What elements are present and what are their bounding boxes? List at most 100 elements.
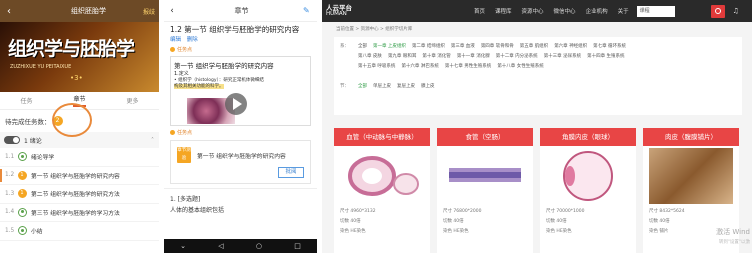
filter-option[interactable]: 第十七章 男性生殖系统 xyxy=(445,63,491,69)
filter-option[interactable]: 第四章 软骨和骨 xyxy=(481,43,514,49)
recents-square-icon[interactable]: □ xyxy=(294,242,301,250)
filter-option[interactable]: 第五章 肌组织 xyxy=(520,43,548,49)
filter-option[interactable]: 第十六章 淋巴系统 xyxy=(401,63,438,69)
slide-card-title: 肉皮（腹膜铺片） xyxy=(643,128,739,146)
slide-card-title: 角膜内皮（眼球） xyxy=(540,128,636,146)
slide-meta: 尺寸 76800*2000 切数 40倍 染色 HE染色 xyxy=(437,206,533,238)
meta-size: 尺寸 4960*3132 xyxy=(340,209,376,214)
tab-tasks[interactable]: 任务 xyxy=(20,96,32,105)
filter-option[interactable]: 第八章 皮肤 xyxy=(358,53,382,59)
slide-card-title: 血管（中动脉与中静脉） xyxy=(334,128,430,146)
slide-thumbnail[interactable] xyxy=(340,148,424,204)
slide-thumbnail[interactable] xyxy=(649,148,733,204)
filter-row: 第八章 皮肤 第九章 眼和耳 第十章 消化管 第十一章 消化腺 第十二章 内分泌… xyxy=(358,53,625,59)
filter-option[interactable]: 第二章 结缔组织 xyxy=(412,43,445,49)
chapter-row[interactable]: 1.3 1 第二节 组织学与胚胎学的研究方法 xyxy=(0,185,159,204)
nav-wechat[interactable]: 微信中心 xyxy=(554,7,576,15)
course-navbar: ‹ 组织胚胎学 报歧 xyxy=(0,0,159,22)
filter-option[interactable]: 第十二章 内分泌系统 xyxy=(496,53,538,59)
home-circle-icon[interactable]: ○ xyxy=(256,242,262,250)
video-title: 第一节 组织学与胚胎学的研究内容 xyxy=(174,62,274,70)
filter-option[interactable]: 第一章 上皮组织 xyxy=(373,43,406,49)
back-triangle-icon[interactable]: ◁ xyxy=(218,242,223,250)
slide-thumbnail[interactable] xyxy=(546,148,630,204)
meta-cut: 切数 40倍 xyxy=(649,219,670,224)
filter-option[interactable]: 全部 xyxy=(358,43,367,49)
nav-about[interactable]: 关于 xyxy=(618,7,629,15)
nav-home[interactable]: 首页 xyxy=(474,7,485,15)
chevron-down-icon[interactable]: ⌄ xyxy=(180,242,186,250)
cover-title: 组织学与胚胎学 xyxy=(8,38,135,60)
filter-option[interactable]: 复层上皮 xyxy=(397,83,415,89)
meta-stain: 染色 HE染色 xyxy=(340,229,366,234)
back-icon[interactable]: ‹ xyxy=(164,6,180,16)
filter-option[interactable]: 第十三章 泌尿系统 xyxy=(544,53,581,59)
chapter-heading: 1.2 第一节 组织学与胚胎学的研究内容 xyxy=(170,25,300,34)
screenshot-root: ‹ 组织胚胎学 报歧 组织学与胚胎学 ZUZHIXUE YU PEITAIXUE… xyxy=(0,0,752,253)
meta-cut: 切数 40倍 xyxy=(443,219,464,224)
quiz-task-card[interactable]: 章节测验 第一节 组织学与胚胎学的研究内容 批阅 xyxy=(170,140,311,184)
meta-size: 尺寸 8432*5624 xyxy=(649,209,685,214)
slide-card[interactable]: 血管（中动脉与中静脉） 尺寸 4960*3132 切数 40倍 染色 HE染色 xyxy=(334,128,430,253)
vessel-image xyxy=(348,156,419,196)
chapter-row[interactable]: 1.4 第三节 组织学与胚胎学的学习方法 xyxy=(0,204,159,222)
filter-option[interactable]: 第十四章 生殖系统 xyxy=(587,53,624,59)
chapter-row[interactable]: 1.2 1 第一节 组织学与胚胎学的研究内容 xyxy=(0,167,159,185)
search-icon[interactable] xyxy=(710,4,725,18)
nav-courses[interactable]: 课程库 xyxy=(495,7,512,15)
meta-stain: 染色 HE染色 xyxy=(546,229,572,234)
report-link[interactable]: 报歧 xyxy=(143,7,155,16)
play-icon[interactable] xyxy=(225,93,247,115)
chapter-nav-title: 章节 xyxy=(234,6,249,15)
bullet-line: • 组织学（histology）：研究正常机体微细结 xyxy=(174,78,264,83)
filter-option[interactable]: 单层上皮 xyxy=(373,83,391,89)
task-badge-icon: 1 xyxy=(18,170,27,180)
slide-card[interactable]: 食管（空肠） 尺寸 76800*2000 切数 40倍 染色 HE染色 xyxy=(437,128,533,253)
nav-enterprise[interactable]: 企业机构 xyxy=(586,7,608,15)
complete-icon xyxy=(18,226,27,236)
site-logo[interactable]: 人云平台 HUMAN xyxy=(322,5,374,17)
chapter-row[interactable]: 1.5 小结 xyxy=(0,222,159,241)
edit-icon[interactable]: ✎ xyxy=(303,6,317,15)
chevron-up-icon[interactable]: ˄ xyxy=(151,137,154,144)
filter-option[interactable]: 第十章 消化管 xyxy=(422,53,450,59)
toggle-icon[interactable] xyxy=(4,136,20,144)
bell-icon[interactable]: ♫ xyxy=(733,7,739,15)
bullet-line: 构及其相关功能的科学。 xyxy=(174,83,224,89)
filter-box: 系： 全部 第一章 上皮组织 第二章 结缔组织 第三章 血液 第四章 软骨和骨 … xyxy=(334,37,742,115)
chapter-row[interactable]: 1.1 绪论导学 xyxy=(0,148,159,167)
slide-thumbnail[interactable] xyxy=(443,148,527,204)
filter-option[interactable]: 第十五章 呼吸系统 xyxy=(358,63,395,69)
badge-count: 1 xyxy=(20,190,24,197)
filter-option[interactable]: 第十八章 女性生殖系统 xyxy=(497,63,543,69)
video-subtitle: 1.定义 xyxy=(174,71,189,77)
meta-stain: 染色 铺片 xyxy=(649,229,669,234)
tab-more[interactable]: 更多 xyxy=(126,96,138,105)
filter-option[interactable]: 全部 xyxy=(358,83,367,89)
filter-option[interactable]: 第七章 循环系统 xyxy=(593,43,626,49)
quiz-text: 人体的基本组织包括 xyxy=(170,207,225,214)
grade-button[interactable]: 批阅 xyxy=(278,167,304,178)
cover-subtitle: ZUZHIXUE YU PEITAIXUE xyxy=(10,64,72,70)
filter-option[interactable]: 腺上皮 xyxy=(421,83,435,89)
nav-resources[interactable]: 资源中心 xyxy=(522,7,544,15)
row-number: 1.4 xyxy=(5,209,15,216)
edit-link[interactable]: 编辑 xyxy=(170,37,181,43)
back-icon[interactable]: ‹ xyxy=(0,6,18,17)
video-card[interactable]: 第一节 组织学与胚胎学的研究内容 1.定义 • 组织学（histology）：研… xyxy=(170,56,311,126)
filter-option[interactable]: 第三章 血液 xyxy=(451,43,475,49)
filter-option[interactable]: 第六章 神经组织 xyxy=(554,43,587,49)
row-label: 小结 xyxy=(31,229,43,236)
cover-edition: •3• xyxy=(70,74,83,82)
meta-stain: 染色 HE染色 xyxy=(443,229,469,234)
filter-option[interactable]: 第九章 眼和耳 xyxy=(388,53,416,59)
search-scope-select[interactable]: 课程 xyxy=(636,5,675,17)
meta-size: 尺寸 70000*1000 xyxy=(546,209,585,214)
badge-count: 1 xyxy=(20,171,24,178)
delete-link[interactable]: 删除 xyxy=(187,37,198,43)
slide-card-grid: 血管（中动脉与中静脉） 尺寸 4960*3132 切数 40倍 染色 HE染色 食管… xyxy=(334,128,739,253)
meta-size: 尺寸 76800*2000 xyxy=(443,209,482,214)
slide-card[interactable]: 角膜内皮（眼球） 尺寸 70000*1000 切数 40倍 染色 HE染色 xyxy=(540,128,636,253)
chapter-navbar: ‹ 章节 ✎ xyxy=(164,0,317,22)
filter-option[interactable]: 第十一章 消化腺 xyxy=(457,53,490,59)
